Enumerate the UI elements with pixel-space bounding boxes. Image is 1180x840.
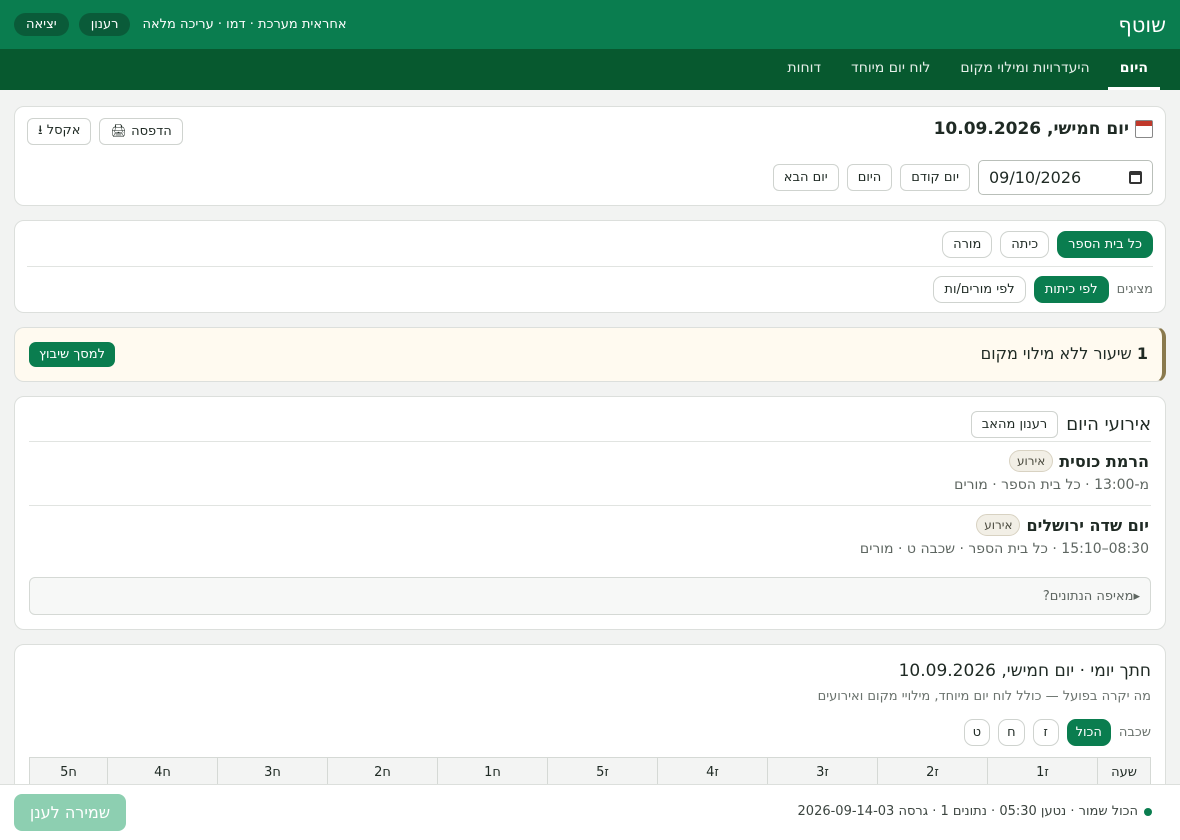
grade-label: שכבה (1118, 725, 1151, 740)
events-title: אירועי היום (1066, 414, 1151, 435)
export-actions: ⭳ אקסל 🖨 הדפסה (27, 118, 183, 145)
grade-z[interactable]: ז (1032, 719, 1059, 746)
divider (27, 266, 1153, 267)
top-bar-actions: אחראית מערכת · דמו · עריכה מלאה רענון יצ… (14, 13, 347, 36)
date-input-value: 09/10/2026 (989, 168, 1082, 187)
grade-filter: שכבה הכול ז ח ט (963, 719, 1151, 746)
grade-t[interactable]: ט (963, 719, 991, 746)
data-source-toggle[interactable]: ▸מאיפה הנתונים? (29, 577, 1151, 615)
view-label: מציגים (1116, 282, 1153, 297)
tab-absences[interactable]: היעדרויות ומילוי מקום (948, 49, 1101, 90)
event-item: הרמת כוסית אירוע מ-13:00 · כל בית הספר ·… (31, 450, 1149, 493)
save-to-cloud-button[interactable]: שמירה לענן (14, 794, 126, 831)
alert-count: 1 (1136, 344, 1148, 363)
tab-today[interactable]: היום (1107, 49, 1160, 90)
view-by-teachers[interactable]: לפי מורים/ות (933, 276, 1026, 303)
filter-card: כל בית הספר כיתה מורה מציגים לפי כיתות ל… (14, 220, 1166, 313)
today-button[interactable]: היום (846, 164, 893, 191)
column-header: ח4 (107, 758, 217, 786)
next-day-button[interactable]: יום הבא (772, 164, 839, 191)
event-meta: מ-13:00 · כל בית הספר · מורים (954, 477, 1149, 493)
save-status: הכול שמור · נטען 05:30 · נתונים 1 · גרסה… (798, 804, 1152, 819)
scope-class[interactable]: כיתה (1000, 231, 1050, 258)
date-card: יום חמישי, 10.09.2026 ⭳ אקסל 🖨 הדפסה 09/… (14, 106, 1166, 206)
divider (29, 505, 1151, 506)
status-dot-icon (1144, 807, 1152, 816)
event-badge: אירוע (1008, 450, 1054, 472)
column-header: ז1 (987, 758, 1097, 786)
column-header: ז2 (877, 758, 987, 786)
tab-special-day[interactable]: לוח יום מיוחד (839, 49, 942, 90)
timetable-header: שעה ז1 ז2 ז3 ז4 ז5 ח1 ח2 ח3 ח4 ח5 (29, 757, 1151, 787)
refresh-button[interactable]: רענון (78, 13, 131, 36)
status-text: הכול שמור · נטען 05:30 · נתונים 1 · גרסה… (797, 804, 1138, 819)
go-to-assignment-button[interactable]: למסך שיבוץ (29, 342, 115, 367)
view-filter: מציגים לפי כיתות לפי מורים/ות (933, 276, 1153, 303)
events-header: אירועי היום רענון מהאב (29, 411, 1151, 438)
column-header: ז5 (547, 758, 657, 786)
main-nav: היום היעדרויות ומילוי מקום לוח יום מיוחד… (0, 49, 1180, 90)
event-name: הרמת כוסית (1059, 451, 1149, 471)
divider (29, 441, 1151, 442)
app-brand: שוטף (1118, 12, 1166, 37)
event-badge: אירוע (976, 514, 1021, 536)
event-meta: 08:30–15:10 · כל בית הספר · שכבה ט · מור… (859, 541, 1149, 557)
event-name: יום שדה ירושלים (1026, 515, 1149, 535)
calendar-icon (1135, 120, 1153, 138)
column-header: ז3 (767, 758, 877, 786)
page-title: יום חמישי, 10.09.2026 (934, 119, 1153, 139)
footer-bar: הכול שמור · נטען 05:30 · נתונים 1 · גרסה… (0, 784, 1180, 840)
unfilled-alert: 1 שיעור ללא מילוי מקום למסך שיבוץ (14, 327, 1166, 382)
events-card: אירועי היום רענון מהאב הרמת כוסית אירוע … (14, 396, 1166, 630)
daily-subtitle: מה יקרה בפועל — כולל לוח יום מיוחד, מילו… (817, 689, 1151, 704)
date-input[interactable]: 09/10/2026 (978, 160, 1153, 195)
alert-text: 1 שיעור ללא מילוי מקום (981, 344, 1148, 363)
event-item: יום שדה ירושלים אירוע 08:30–15:10 · כל ב… (31, 514, 1149, 557)
view-by-classes[interactable]: לפי כיתות (1033, 276, 1109, 303)
column-header: ח1 (437, 758, 547, 786)
excel-button[interactable]: ⭳ אקסל (27, 118, 92, 145)
date-navigation: 09/10/2026 יום קודם היום יום הבא (772, 160, 1153, 195)
alert-message: שיעור ללא מילוי מקום (980, 344, 1132, 363)
date-title-text: יום חמישי, 10.09.2026 (933, 119, 1129, 139)
refresh-from-parent-button[interactable]: רענון מהאב (970, 411, 1059, 438)
daily-title: חתך יומי · יום חמישי, 10.09.2026 (898, 661, 1151, 681)
logout-button[interactable]: יציאה (14, 13, 69, 36)
scope-teacher[interactable]: מורה (942, 231, 993, 258)
scope-filter: כל בית הספר כיתה מורה (942, 231, 1153, 258)
column-header: ח2 (327, 758, 437, 786)
date-picker-icon[interactable] (1129, 171, 1142, 184)
tab-reports[interactable]: דוחות (775, 49, 833, 90)
column-header: ח5 (60, 764, 77, 780)
scope-all-school[interactable]: כל בית הספר (1057, 231, 1153, 258)
user-info: אחראית מערכת · דמו · עריכה מלאה (142, 17, 347, 32)
column-header: שעה (1097, 758, 1150, 786)
grade-all[interactable]: הכול (1066, 719, 1111, 746)
column-header: ז4 (657, 758, 767, 786)
grade-h[interactable]: ח (998, 719, 1025, 746)
top-bar: שוטף אחראית מערכת · דמו · עריכה מלאה רענ… (0, 0, 1180, 49)
print-button[interactable]: 🖨 הדפסה (99, 118, 183, 145)
prev-day-button[interactable]: יום קודם (900, 164, 970, 191)
column-header: ח3 (217, 758, 327, 786)
